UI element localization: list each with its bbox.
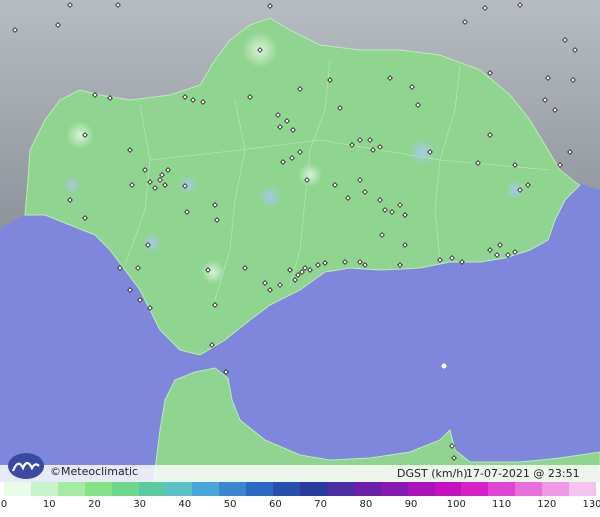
calm-spot xyxy=(66,121,94,149)
scale-tick-label: 20 xyxy=(88,499,101,510)
scale-tick-label: 60 xyxy=(269,499,282,510)
brand: ©Meteoclimatic xyxy=(6,448,138,480)
color-scale: 0 10 20 30 40 50 60 70 80 90 100 110 120 130 xyxy=(0,482,600,517)
scale-swatch xyxy=(219,482,247,496)
scale-swatch xyxy=(299,482,327,496)
scale-swatch xyxy=(407,482,435,496)
wind-gust-map xyxy=(0,0,600,517)
scale-swatch xyxy=(30,482,58,496)
variable-label: DGST (km/h) xyxy=(397,467,468,480)
scale-swatch xyxy=(353,482,381,496)
map-canvas xyxy=(0,0,600,517)
scale-swatch xyxy=(57,482,85,496)
scale-tick-label: 130 xyxy=(582,499,600,510)
brand-name: ©Meteoclimatic xyxy=(50,465,139,478)
scale-swatch xyxy=(4,482,31,496)
scale-tick-label: 40 xyxy=(178,499,192,510)
scale-swatch xyxy=(326,482,354,496)
scale-tick-label: 70 xyxy=(314,499,327,510)
scale-swatch xyxy=(138,482,166,496)
scale-swatch xyxy=(434,482,462,496)
scale-swatch xyxy=(246,482,274,496)
scale-swatch xyxy=(111,482,139,496)
scale-tick-label: 100 xyxy=(446,499,466,510)
scale-tick-label: 120 xyxy=(537,499,557,510)
scale-tick-label: 90 xyxy=(404,499,418,510)
scale-swatch xyxy=(488,482,516,496)
scale-swatch xyxy=(515,482,543,496)
scale-tick-label: 80 xyxy=(359,499,373,510)
alboran-island xyxy=(441,363,447,369)
scale-swatch xyxy=(192,482,220,496)
gust-hotspot xyxy=(63,176,81,194)
scale-swatch xyxy=(165,482,193,496)
scale-swatch xyxy=(569,482,596,496)
scale-tick-label: 30 xyxy=(133,499,147,510)
scale-tick-label: 50 xyxy=(223,499,237,510)
scale-swatch xyxy=(84,482,112,496)
scale-swatch xyxy=(461,482,489,496)
scale-swatch xyxy=(542,482,570,496)
calm-spot xyxy=(298,163,322,187)
gust-hotspot xyxy=(258,185,282,209)
gust-hotspot xyxy=(142,233,162,253)
meteoclimatic-logo-icon xyxy=(8,453,44,479)
scale-tick-label: 10 xyxy=(42,499,56,510)
calm-spot xyxy=(201,260,225,284)
scale-tick-label: 110 xyxy=(491,499,512,510)
color-scale-bar xyxy=(4,482,596,496)
scale-swatch xyxy=(273,482,300,496)
scale-tick-label: 0 xyxy=(0,499,8,510)
scale-swatch xyxy=(380,482,408,496)
gust-hotspot xyxy=(178,175,198,195)
